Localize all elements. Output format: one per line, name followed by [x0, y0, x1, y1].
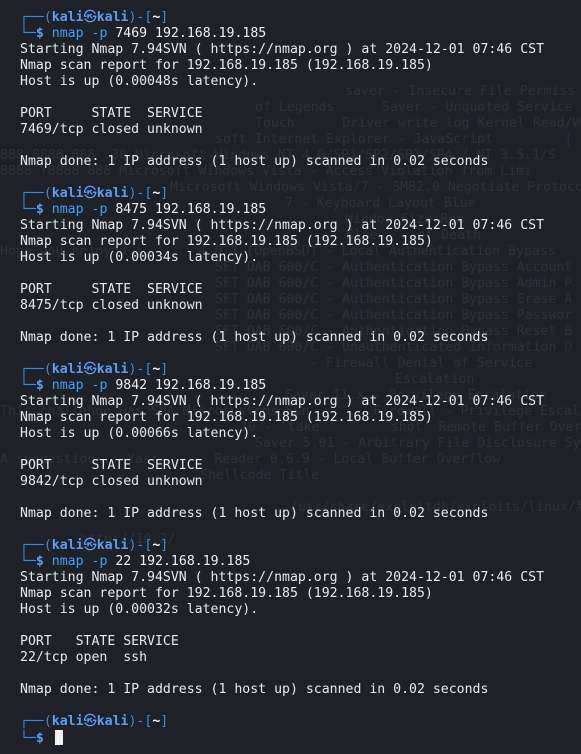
- prompt-bracket: )-[: [128, 362, 153, 377]
- prompt-user: kali: [51, 10, 84, 25]
- prompt-dollar: $: [35, 202, 44, 217]
- prompt-command-line: └─$ nmap -p 8475 192.168.19.185: [20, 202, 266, 218]
- prompt-command-line: └─$ nmap -p 7469 192.168.19.185: [20, 26, 266, 42]
- prompt-header: ┌──(kali㉿kali)-[~]: [20, 186, 168, 202]
- prompt-user: kali: [51, 714, 84, 729]
- prompt-bracket: └─: [20, 26, 36, 41]
- output-line: Nmap done: 1 IP address (1 host up) scan…: [20, 682, 489, 697]
- output-line: Nmap done: 1 IP address (1 host up) scan…: [20, 154, 489, 169]
- prompt-dollar: $: [35, 554, 44, 569]
- output-line: 8475/tcp closed unknown: [20, 298, 203, 313]
- output-line: PORT STATE SERVICE: [20, 458, 203, 473]
- output-line: Starting Nmap 7.94SVN ( https://nmap.org…: [20, 42, 545, 57]
- command-args: 22 192.168.19.185: [115, 554, 251, 569]
- command-name: nmap: [51, 554, 84, 569]
- command-flag: -p: [91, 26, 108, 41]
- prompt-bracket: └─: [20, 731, 36, 746]
- prompt-at-symbol: ㉿: [83, 714, 97, 729]
- prompt-user: kali: [51, 186, 84, 201]
- output-line: 7469/tcp closed unknown: [20, 122, 203, 137]
- prompt-bracket: )-[: [128, 714, 153, 729]
- prompt-bracket: ]: [160, 186, 169, 201]
- prompt-bracket: )-[: [128, 538, 153, 553]
- prompt-host: kali: [96, 362, 129, 377]
- output-line: Nmap scan report for 192.168.19.185 (192…: [20, 234, 433, 249]
- prompt-bracket: ┌──(: [20, 362, 52, 377]
- prompt-bracket: ]: [160, 10, 169, 25]
- output-line: Starting Nmap 7.94SVN ( https://nmap.org…: [20, 570, 545, 585]
- output-line: Host is up (0.00048s latency).: [20, 74, 259, 89]
- command-args: 7469 192.168.19.185: [115, 26, 267, 41]
- output-line: PORT STATE SERVICE: [20, 282, 203, 297]
- prompt-bracket: ]: [160, 714, 169, 729]
- output-line: Nmap done: 1 IP address (1 host up) scan…: [20, 330, 489, 345]
- command-args: 9842 192.168.19.185: [115, 378, 267, 393]
- terminal-output: ┌──(kali㉿kali)-[~] └─$ nmap -p 7469 192.1…: [0, 0, 581, 754]
- prompt-host: kali: [96, 714, 129, 729]
- output-line: Host is up (0.00032s latency).: [20, 602, 259, 617]
- prompt-user: kali: [51, 538, 84, 553]
- command-flag: -p: [91, 202, 108, 217]
- command-args: 8475 192.168.19.185: [115, 202, 267, 217]
- output-line: Starting Nmap 7.94SVN ( https://nmap.org…: [20, 218, 545, 233]
- output-line: PORT STATE SERVICE: [20, 634, 179, 649]
- command-flag: -p: [91, 554, 108, 569]
- prompt-host: kali: [96, 538, 129, 553]
- prompt-at-symbol: ㉿: [83, 538, 97, 553]
- prompt-bracket: ┌──(: [20, 10, 52, 25]
- prompt-bracket: ┌──(: [20, 186, 52, 201]
- command-name: nmap: [51, 378, 84, 393]
- prompt-at-symbol: ㉿: [83, 362, 97, 377]
- prompt-bracket: ]: [160, 538, 169, 553]
- prompt-dollar: $: [35, 731, 44, 746]
- prompt-at-symbol: ㉿: [83, 186, 97, 201]
- text-cursor[interactable]: [54, 730, 63, 745]
- prompt-bracket: )-[: [128, 10, 153, 25]
- command-flag: -p: [91, 378, 108, 393]
- prompt-bracket: )-[: [128, 186, 153, 201]
- prompt-user: kali: [51, 362, 84, 377]
- prompt-bracket: └─: [20, 202, 36, 217]
- output-line: Nmap done: 1 IP address (1 host up) scan…: [20, 506, 489, 521]
- output-line: Nmap scan report for 192.168.19.185 (192…: [20, 586, 433, 601]
- prompt-command-line[interactable]: └─$: [20, 730, 63, 746]
- prompt-header: ┌──(kali㉿kali)-[~]: [20, 362, 168, 378]
- prompt-host: kali: [96, 10, 129, 25]
- prompt-header: ┌──(kali㉿kali)-[~]: [20, 714, 168, 730]
- prompt-bracket: ┌──(: [20, 714, 52, 729]
- prompt-host: kali: [96, 186, 129, 201]
- prompt-bracket: ]: [160, 362, 169, 377]
- prompt-bracket: ┌──(: [20, 538, 52, 553]
- output-line: 9842/tcp closed unknown: [20, 474, 203, 489]
- prompt-dollar: $: [35, 378, 44, 393]
- prompt-dollar: $: [35, 26, 44, 41]
- command-name: nmap: [51, 26, 84, 41]
- prompt-command-line: └─$ nmap -p 22 192.168.19.185: [20, 554, 250, 570]
- prompt-bracket: └─: [20, 554, 36, 569]
- command-name: nmap: [51, 202, 84, 217]
- output-line: 22/tcp open ssh: [20, 650, 148, 665]
- output-line: Nmap scan report for 192.168.19.185 (192…: [20, 58, 433, 73]
- prompt-header: ┌──(kali㉿kali)-[~]: [20, 10, 168, 26]
- output-line: Host is up (0.00066s latency).: [20, 426, 259, 441]
- output-line: Host is up (0.00034s latency).: [20, 250, 259, 265]
- output-line: PORT STATE SERVICE: [20, 106, 203, 121]
- output-line: Starting Nmap 7.94SVN ( https://nmap.org…: [20, 394, 545, 409]
- prompt-header: ┌──(kali㉿kali)-[~]: [20, 538, 168, 554]
- terminal-window[interactable]: saver - Insecure File Permiss of Legends …: [0, 0, 581, 754]
- prompt-bracket: └─: [20, 378, 36, 393]
- prompt-command-line: └─$ nmap -p 9842 192.168.19.185: [20, 378, 266, 394]
- prompt-at-symbol: ㉿: [83, 10, 97, 25]
- output-line: Nmap scan report for 192.168.19.185 (192…: [20, 410, 433, 425]
